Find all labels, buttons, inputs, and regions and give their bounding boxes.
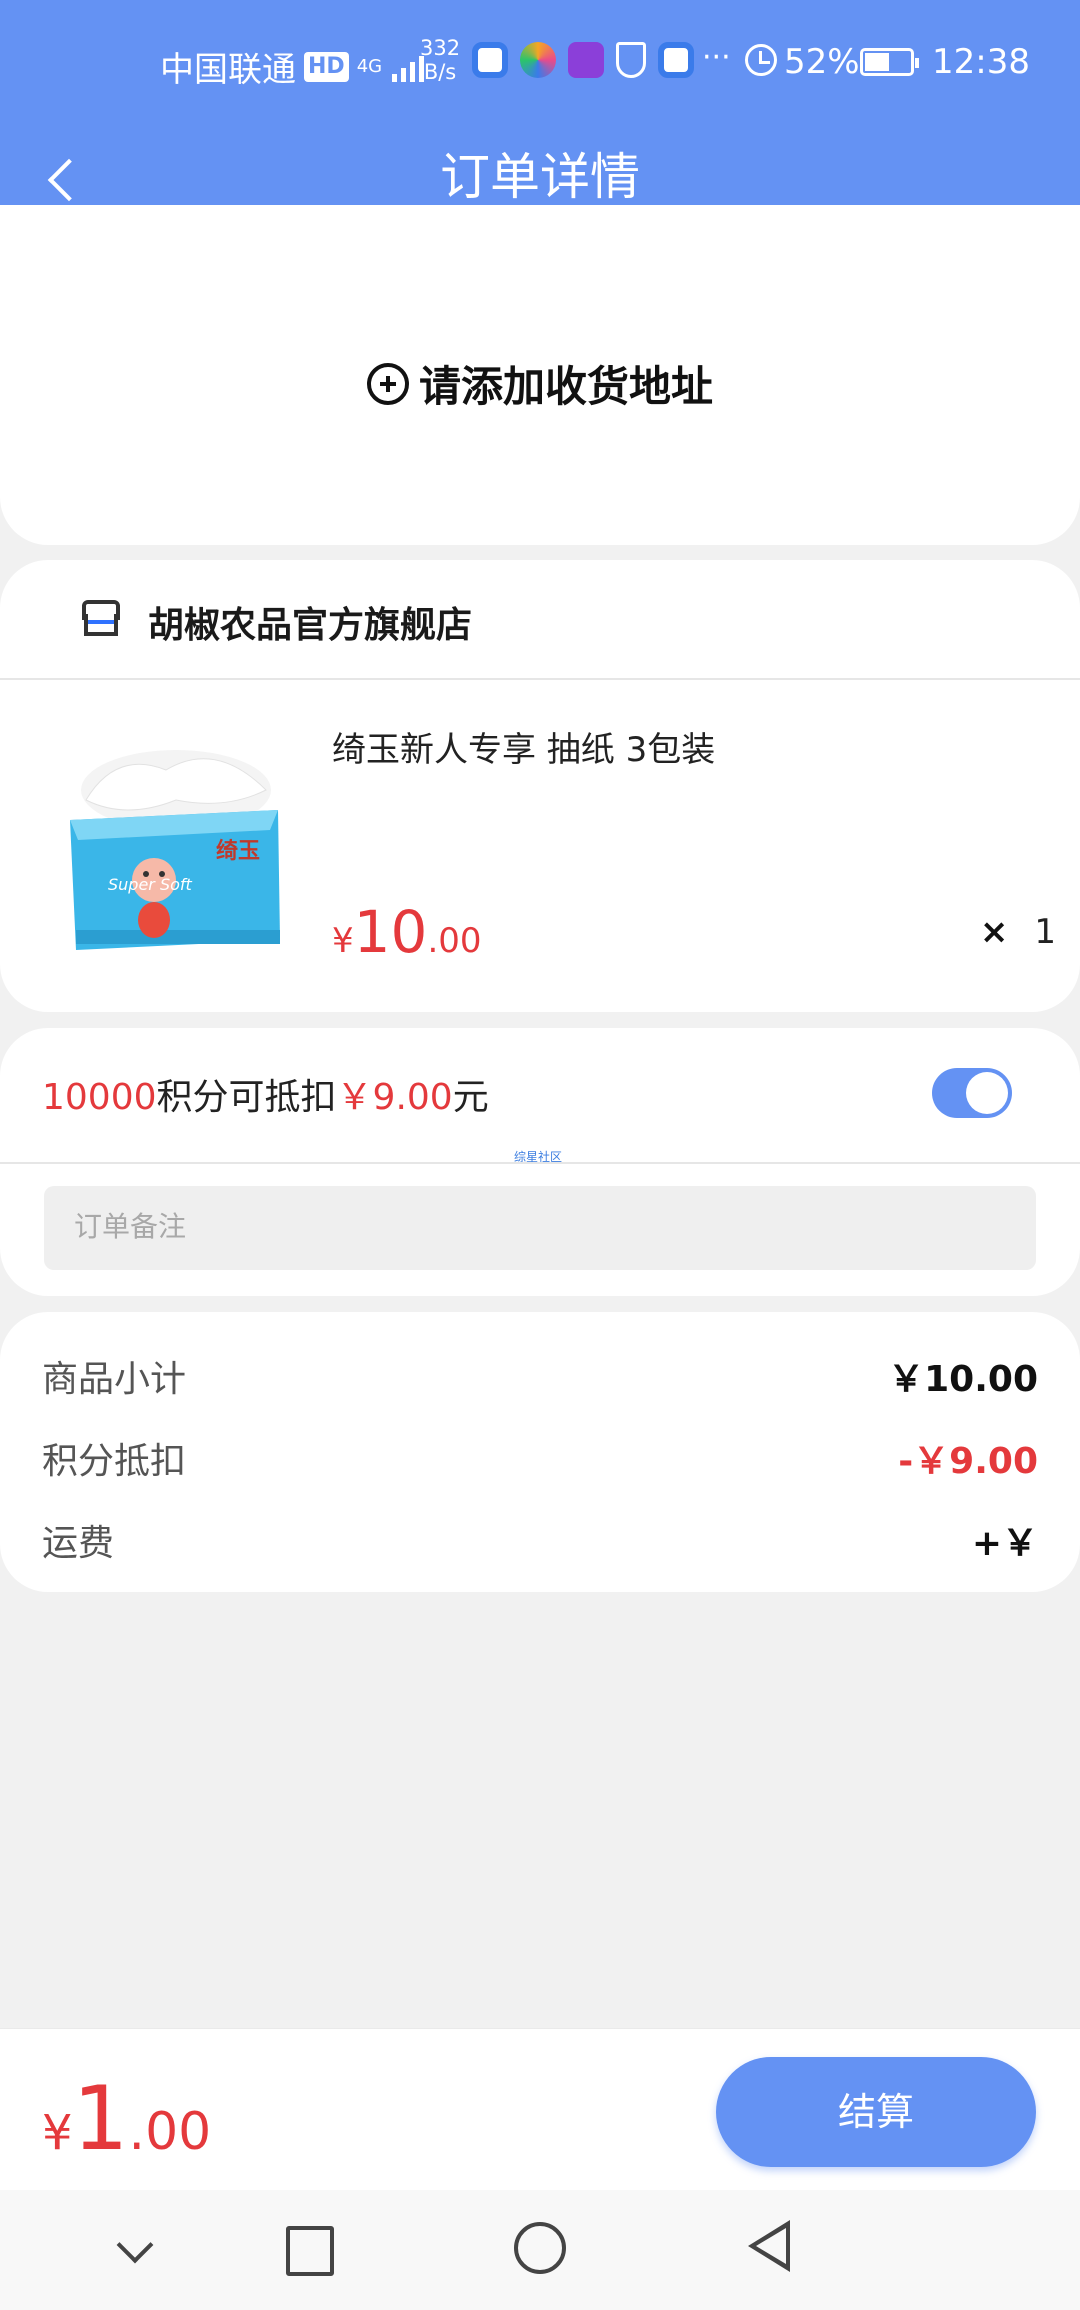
- points-unit: 元: [452, 1077, 489, 1118]
- summary-row-shipping: 运费 +￥: [42, 1514, 1038, 1574]
- summary-value: ￥10.00: [888, 1359, 1038, 1400]
- battery-percent: 52%: [784, 42, 860, 82]
- summary-card: 商品小计 ￥10.00 积分抵扣 -￥9.00 运费 +￥: [0, 1312, 1080, 1592]
- address-card: 请添加收货地址: [0, 205, 1080, 545]
- points-deduct-value: ￥9.00: [336, 1077, 453, 1118]
- notification-icons: [472, 42, 694, 78]
- summary-label: 商品小计: [42, 1359, 187, 1400]
- svg-text:Super Soft: Super Soft: [108, 875, 193, 894]
- product-image[interactable]: 绮玉 Super Soft: [56, 740, 296, 960]
- points-toggle[interactable]: [932, 1068, 1012, 1118]
- checkout-button[interactable]: 结算: [716, 2057, 1036, 2167]
- summary-row-subtotal: 商品小计 ￥10.00: [42, 1350, 1038, 1410]
- carrier-block: 中国联通 HD 4G: [160, 42, 425, 91]
- app-notification-icon: [658, 42, 694, 78]
- app-notification-icon: [520, 42, 556, 78]
- points-text: 积分可抵扣: [156, 1077, 337, 1118]
- status-bar: 中国联通 HD 4G 332 B/s ··· 52% 12:38: [0, 0, 1080, 125]
- quantity-value: 1: [1034, 912, 1056, 952]
- network-type: 4G: [356, 56, 383, 77]
- system-navigation-bar: [0, 2190, 1080, 2310]
- shield-icon: [616, 42, 646, 78]
- speed-unit: B/s: [423, 60, 457, 84]
- network-speed: 332 B/s: [420, 36, 460, 84]
- total-integer: 1: [72, 2067, 129, 2170]
- points-deduction-text: 10000积分可抵扣￥9.00元: [42, 1068, 489, 1120]
- store-icon: [82, 600, 120, 636]
- summary-label: 积分抵扣: [42, 1441, 187, 1482]
- recents-square-icon[interactable]: [272, 2220, 342, 2280]
- video-app-icon: [568, 42, 604, 78]
- product-name[interactable]: 绮玉新人专享 抽纸 3包装: [332, 722, 715, 771]
- add-address-label: 请添加收货地址: [418, 362, 713, 411]
- price-integer: 10: [353, 898, 428, 966]
- alarm-icon: [745, 44, 777, 76]
- summary-value: +￥: [971, 1523, 1038, 1564]
- shop-name: 胡椒农品官方旗舰店: [148, 605, 473, 646]
- shop-header[interactable]: 胡椒农品官方旗舰店: [0, 560, 1080, 680]
- add-address-button[interactable]: 请添加收货地址: [0, 353, 1080, 414]
- back-triangle-icon[interactable]: [740, 2220, 810, 2280]
- hd-badge: HD: [304, 51, 349, 82]
- summary-label: 运费: [42, 1523, 115, 1564]
- status-time: 12:38: [932, 42, 1030, 82]
- total-price: ¥1.00: [42, 2067, 211, 2170]
- total-currency: ¥: [42, 2105, 73, 2161]
- speed-value: 332: [420, 36, 461, 60]
- order-remark-input[interactable]: 订单备注: [44, 1186, 1036, 1270]
- product-quantity: × 1: [980, 912, 1056, 952]
- plus-circle-icon: [366, 362, 409, 405]
- home-circle-icon[interactable]: [506, 2220, 576, 2280]
- summary-row-points: 积分抵扣 -￥9.00: [42, 1432, 1038, 1492]
- total-decimal: .00: [128, 2102, 212, 2162]
- product-price: ¥10.00: [332, 898, 482, 966]
- points-amount: 10000: [42, 1077, 157, 1118]
- more-notifications-icon: ···: [702, 40, 731, 75]
- divider: [0, 1162, 1080, 1164]
- collapse-chevron-icon[interactable]: [100, 2220, 170, 2280]
- svg-text:绮玉: 绮玉: [216, 838, 260, 864]
- summary-value: -￥9.00: [898, 1441, 1038, 1482]
- app-notification-icon: [472, 42, 508, 78]
- shop-card: 胡椒农品官方旗舰店 绮玉 Super Soft 绮玉新人专享 抽纸 3包装 ¥1…: [0, 560, 1080, 1012]
- checkout-bar: ¥1.00 结算: [0, 2028, 1080, 2190]
- battery-icon: [860, 48, 919, 76]
- price-decimal: .00: [427, 921, 482, 961]
- points-card: 10000积分可抵扣￥9.00元 综星社区 订单备注: [0, 1028, 1080, 1296]
- times-icon: ×: [979, 912, 1009, 952]
- carrier-name: 中国联通: [160, 50, 296, 90]
- price-currency: ¥: [332, 921, 354, 961]
